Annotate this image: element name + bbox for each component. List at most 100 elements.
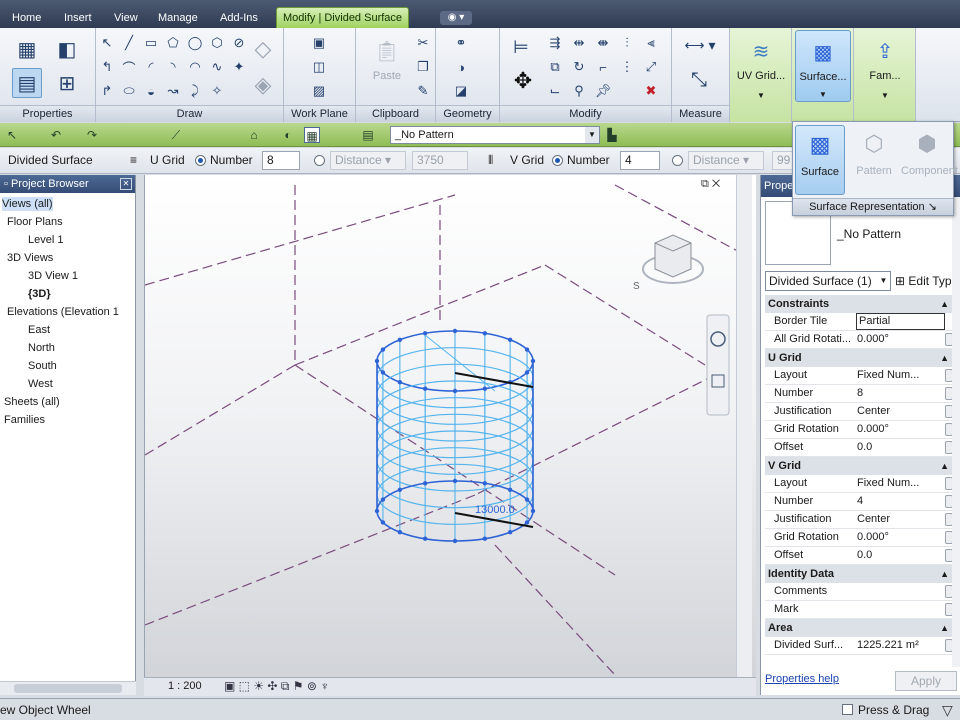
ribbon-display-toggle[interactable]: ◉ ▾ xyxy=(440,11,472,25)
pattern-toggle-button[interactable]: ⬡ Pattern xyxy=(849,125,899,195)
uv-grid-button[interactable]: ≋ UV Grid... ▼ xyxy=(734,30,788,102)
trim-icon[interactable]: ⌐ xyxy=(594,58,612,76)
pick-icon[interactable]: ↰ xyxy=(98,58,116,76)
point-element-icon[interactable]: ✧ xyxy=(208,82,226,100)
properties-help-link[interactable]: Properties help xyxy=(765,673,839,685)
fillet-arc-icon[interactable]: ◠ xyxy=(186,58,204,76)
browser-scroll-thumb[interactable] xyxy=(14,684,122,693)
tree-elevations[interactable]: Elevations (Elevation 1 xyxy=(7,305,119,319)
tab-add-ins[interactable]: Add-Ins xyxy=(214,8,264,28)
family-types-icon[interactable]: ◧ xyxy=(52,34,82,64)
split-gap-icon[interactable]: ⫷ xyxy=(642,34,660,52)
collapse-icon[interactable]: ▲ xyxy=(940,457,949,475)
component-toggle-icon[interactable]: ▦ xyxy=(304,127,320,143)
collapse-icon[interactable]: ▲ xyxy=(940,565,949,583)
tab-manage[interactable]: Manage xyxy=(152,8,204,28)
type-properties-icon[interactable]: ▦ xyxy=(12,34,42,64)
tree-families[interactable]: Families xyxy=(4,413,45,427)
u-distance-radio[interactable] xyxy=(314,155,325,166)
unpin-icon[interactable]: ⚲ xyxy=(570,82,588,100)
u-distance-field[interactable]: 3750 xyxy=(412,151,468,170)
trim-single-icon[interactable]: ⌙ xyxy=(546,82,564,100)
aligned-dimension-icon[interactable]: ⤡ xyxy=(684,66,714,94)
rectangle-icon[interactable]: ▭ xyxy=(142,34,160,52)
tree-sheets[interactable]: Sheets (all) xyxy=(4,395,60,409)
viewport-window-controls-icon[interactable]: ⧉ ✕ xyxy=(701,178,720,190)
properties-toggle-icon[interactable]: ▤ xyxy=(12,68,42,98)
component-toggle-button[interactable]: ⬢ Component xyxy=(901,125,958,195)
tab-home[interactable]: Home xyxy=(6,8,47,28)
surface-toggle-button[interactable]: ▩ Surface xyxy=(795,125,845,195)
undo-icon[interactable]: ↶ xyxy=(48,127,64,143)
circumscribed-polygon-icon[interactable]: ⬡ xyxy=(208,34,226,52)
pin-icon[interactable]: 📌︎ xyxy=(594,82,612,100)
mirror-draw-icon[interactable]: ⇼ xyxy=(594,34,612,52)
set-work-plane-icon[interactable]: ▣ xyxy=(310,34,328,52)
cut-geometry-icon[interactable]: ◑ xyxy=(452,58,470,76)
paste-button[interactable]: 📋︎ Paste xyxy=(360,30,414,102)
section-icon[interactable]: ◐ xyxy=(280,127,296,143)
v-number-field[interactable]: 4 xyxy=(620,151,660,170)
view-scale[interactable]: 1 : 200 xyxy=(168,680,202,692)
measure-distance-icon[interactable]: ⟷ ▾ xyxy=(680,36,720,54)
property-value[interactable]: 1225.221 m² xyxy=(857,639,945,651)
filter-icon[interactable]: ▽ xyxy=(942,702,953,719)
collapse-icon[interactable]: ▲ xyxy=(940,619,949,637)
viewer-icon[interactable]: ▨ xyxy=(310,82,328,100)
viewcube[interactable]: S xyxy=(633,234,704,292)
tree-east[interactable]: East xyxy=(28,323,50,337)
apply-button[interactable]: Apply xyxy=(895,671,957,691)
tree-3d-view-1[interactable]: 3D View 1 xyxy=(28,269,78,283)
tree-3d-default[interactable]: {3D} xyxy=(28,287,51,301)
u-number-radio[interactable] xyxy=(195,155,206,166)
tree-floor-plans[interactable]: Floor Plans xyxy=(7,215,63,229)
v-distance-radio[interactable] xyxy=(672,155,683,166)
close-icon[interactable]: ✕ xyxy=(120,178,132,190)
family-button[interactable]: ⇪ Fam... ▼ xyxy=(858,30,912,102)
property-value[interactable]: 4 xyxy=(857,495,945,507)
instance-selector[interactable]: Divided Surface (1) ▼ xyxy=(765,271,891,291)
tab-insert[interactable]: Insert xyxy=(58,8,98,28)
3d-viewport[interactable]: 13000.0 S ⧉ ✕ xyxy=(144,175,756,695)
ellipse-icon[interactable]: ⬭ xyxy=(120,82,138,100)
point-icon[interactable]: ✦ xyxy=(230,58,248,76)
v-distance-select[interactable]: Distance ▾ xyxy=(688,151,764,170)
show-work-plane-icon[interactable]: ◫ xyxy=(310,58,328,76)
property-value[interactable]: 0.000° xyxy=(857,333,945,345)
mirror-pick-icon[interactable]: ⇹ xyxy=(570,34,588,52)
spline-icon[interactable]: ∿ xyxy=(208,58,226,76)
move-icon[interactable]: ✥ xyxy=(508,66,538,96)
surface-button[interactable]: ▩ Surface... ▼ xyxy=(795,30,851,102)
model-line-icon[interactable]: ◈ xyxy=(248,70,278,100)
collapse-icon[interactable]: ▲ xyxy=(940,295,949,313)
property-value[interactable]: 0.0 xyxy=(857,549,945,561)
circle-icon[interactable]: ◯ xyxy=(186,34,204,52)
tree-3d-views[interactable]: 3D Views xyxy=(7,251,53,265)
property-value[interactable]: 0.0 xyxy=(857,441,945,453)
property-value[interactable]: Partial xyxy=(856,313,945,330)
v-grid-icon[interactable]: ⦀ xyxy=(488,153,493,168)
press-drag-checkbox[interactable] xyxy=(842,704,853,715)
property-value[interactable]: 0.000° xyxy=(857,531,945,543)
viewcube-box[interactable] xyxy=(654,234,692,278)
copy-modify-icon[interactable]: ⧉ xyxy=(546,58,564,76)
pick-face-icon[interactable]: ⤸ xyxy=(186,82,204,100)
rotate-icon[interactable]: ↻ xyxy=(570,58,588,76)
property-value[interactable]: 0.000° xyxy=(857,423,945,435)
view-3d-icon[interactable]: ⌂ xyxy=(246,127,262,143)
browser-horizontal-scrollbar[interactable] xyxy=(0,681,136,695)
join-icon[interactable]: ⚭ xyxy=(452,34,470,52)
delete-icon[interactable]: ✖ xyxy=(642,82,660,100)
reference-line-icon[interactable]: ⊘ xyxy=(230,34,248,52)
scale-icon[interactable]: ⤢ xyxy=(642,58,660,76)
offset-icon[interactable]: ⇶ xyxy=(546,34,564,52)
reference-plane-icon[interactable]: ◇ xyxy=(248,34,278,64)
split-icon[interactable]: ⫶ xyxy=(618,34,636,52)
polygon-icon[interactable]: ⬠ xyxy=(164,34,182,52)
tree-views-all[interactable]: Views (all) xyxy=(2,197,53,211)
partial-ellipse-icon[interactable]: ◒ xyxy=(142,82,160,100)
tree-north[interactable]: North xyxy=(28,341,55,355)
tangent-arc-icon[interactable]: ◝ xyxy=(164,58,182,76)
property-group-header[interactable]: U Grid ▲ xyxy=(765,349,953,367)
tree-level-1[interactable]: Level 1 xyxy=(28,233,63,247)
